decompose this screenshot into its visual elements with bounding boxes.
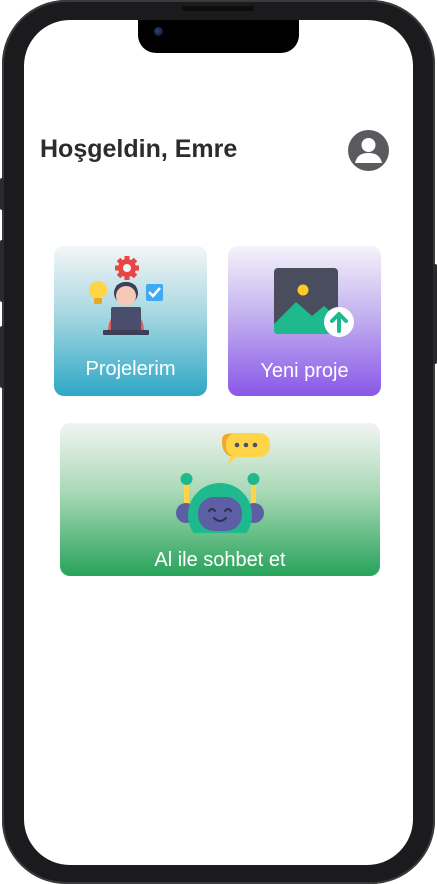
mute-switch [0,178,4,210]
power-button [433,264,437,364]
ai-chat-label: Al ile sohbet et [154,549,286,571]
greeting-title: Hoşgeldin, Emre [40,135,238,163]
volume-up-button [0,240,4,302]
new-project-label: Yeni proje [260,360,349,382]
developer-laptop-icon [89,256,163,335]
profile-button[interactable] [348,130,389,171]
image-upload-icon [274,268,354,337]
my-projects-card[interactable]: Projelerim [54,246,207,396]
chatbot-robot-icon [176,433,270,533]
ai-chat-card[interactable]: Al ile sohbet et [60,423,380,576]
user-circle-icon [355,138,382,163]
volume-down-button [0,326,4,388]
front-camera [154,27,163,36]
new-project-card[interactable]: Yeni proje [228,246,381,396]
my-projects-label: Projelerim [85,358,176,380]
notch [138,20,299,53]
speaker-grille [182,6,254,11]
